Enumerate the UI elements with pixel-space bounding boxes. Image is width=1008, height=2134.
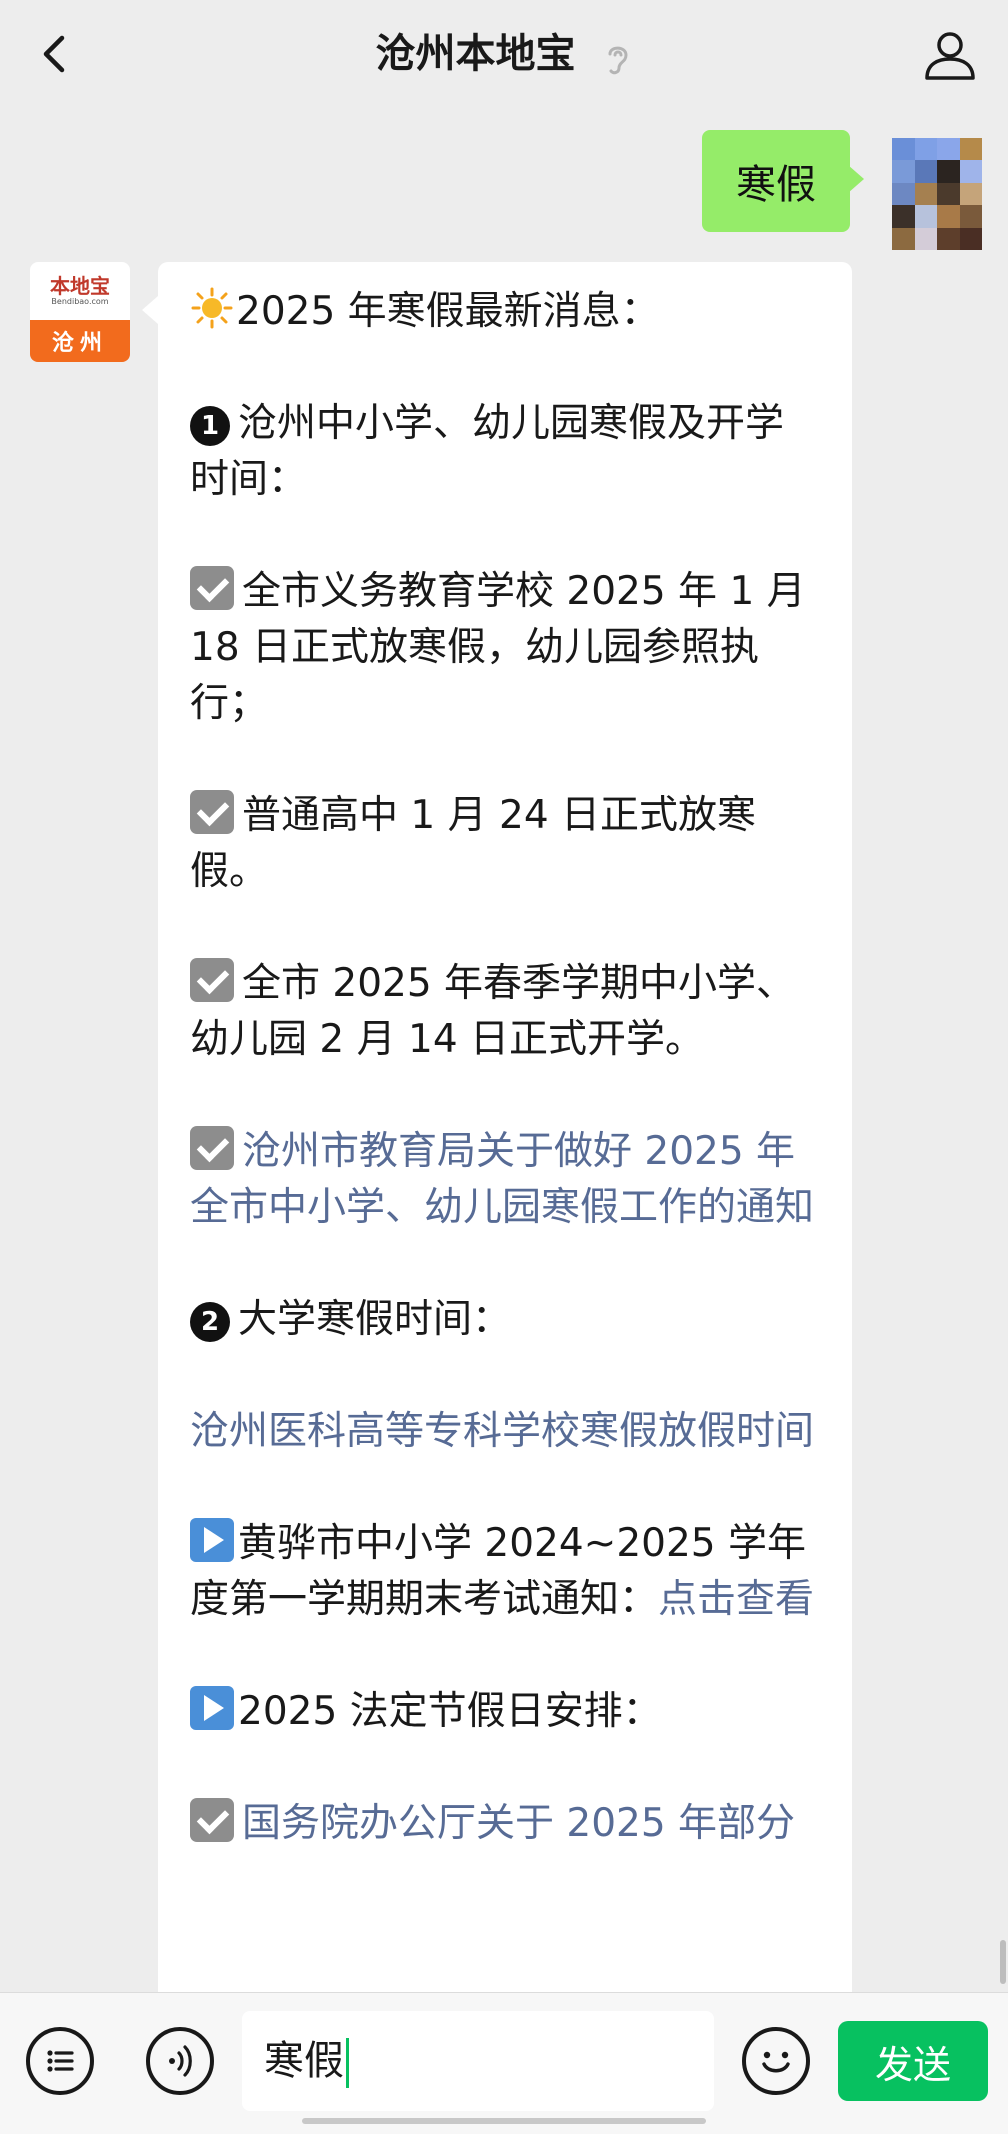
bot-avatar-logo: 本地宝 Bendibao.com bbox=[30, 262, 130, 320]
bot-avatar-site: Bendibao.com bbox=[51, 297, 109, 306]
user-icon[interactable] bbox=[920, 26, 980, 86]
reply-heading: 2025 年寒假最新消息： bbox=[236, 289, 660, 334]
play-icon bbox=[190, 1518, 234, 1562]
checkbox-icon bbox=[190, 1126, 234, 1170]
sent-message-text: 寒假 bbox=[736, 162, 816, 208]
send-button[interactable]: 发送 bbox=[838, 2021, 988, 2101]
checkbox-icon bbox=[190, 1798, 234, 1842]
section1-title: 沧州中小学、幼儿园寒假及开学时间： bbox=[190, 401, 785, 502]
bot-avatar[interactable]: 本地宝 Bendibao.com 沧州 bbox=[30, 262, 130, 362]
sent-message-bubble[interactable]: 寒假 bbox=[702, 130, 850, 232]
education-notice-link[interactable]: 沧州市教育局关于做好 2025 年全市中小学、幼儿园寒假工作的通知 bbox=[190, 1129, 814, 1230]
number-1-icon: 1 bbox=[190, 406, 230, 446]
text-caret bbox=[346, 2038, 349, 2088]
chat-header: 沧州本地宝 bbox=[0, 0, 1008, 112]
sun-icon bbox=[191, 287, 233, 329]
ear-icon[interactable] bbox=[603, 40, 633, 78]
checkbox-icon bbox=[190, 790, 234, 834]
number-2-icon: 2 bbox=[190, 1302, 230, 1342]
scrollbar[interactable] bbox=[1000, 1940, 1006, 1984]
bot-avatar-brand: 本地宝 bbox=[50, 274, 110, 298]
college-holiday-link[interactable]: 沧州医科高等专科学校寒假放假时间 bbox=[190, 1409, 814, 1454]
list-item: 全市 2025 年春季学期中小学、幼儿园 2 月 14 日正式开学。 bbox=[190, 961, 796, 1062]
checkbox-icon bbox=[190, 958, 234, 1002]
state-council-holiday-link[interactable]: 国务院办公厅关于 2025 年部分 bbox=[242, 1801, 795, 1846]
sent-bubble-tail bbox=[848, 165, 864, 193]
holiday-title: 2025 法定节假日安排： bbox=[238, 1689, 662, 1734]
title-bar: 沧州本地宝 bbox=[0, 26, 1008, 82]
home-indicator[interactable] bbox=[302, 2118, 706, 2124]
reply-bubble-tail bbox=[142, 296, 158, 324]
section2-title: 大学寒假时间： bbox=[238, 1297, 512, 1342]
play-icon bbox=[190, 1686, 234, 1730]
message-input[interactable]: 寒假 bbox=[242, 2011, 714, 2111]
message-input-value: 寒假 bbox=[264, 2038, 344, 2084]
my-avatar[interactable] bbox=[892, 138, 982, 250]
reply-message-bubble[interactable]: 2025 年寒假最新消息： 1 沧州中小学、幼儿园寒假及开学时间： 全市义务教育学… bbox=[158, 262, 852, 2042]
checkbox-icon bbox=[190, 566, 234, 610]
chat-title: 沧州本地宝 bbox=[375, 31, 576, 77]
list-item: 全市义务教育学校 2025 年 1 月 18 日正式放寒假，幼儿园参照执行； bbox=[190, 569, 806, 726]
voice-icon[interactable] bbox=[146, 2027, 214, 2095]
huanghua-exam-link[interactable]: 点击查看 bbox=[658, 1577, 814, 1622]
emoji-icon[interactable] bbox=[742, 2027, 810, 2095]
input-bar: 寒假 发送 bbox=[0, 1992, 1008, 2134]
bot-avatar-city: 沧州 bbox=[30, 320, 130, 362]
list-item: 普通高中 1 月 24 日正式放寒假。 bbox=[190, 793, 757, 894]
list-icon[interactable] bbox=[26, 2027, 94, 2095]
